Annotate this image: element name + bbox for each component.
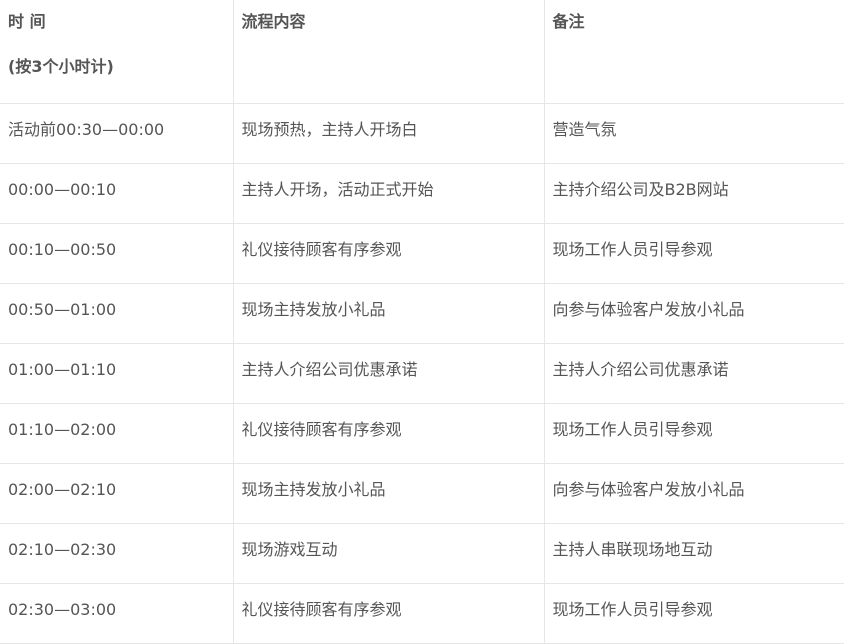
cell-content: 礼仪接待顾客有序参观 [233,223,545,284]
cell-content: 现场主持发放小礼品 [233,463,545,524]
header-time: 时 间 (按3个小时计) [0,0,234,104]
cell-remark: 主持人介绍公司优惠承诺 [544,343,844,404]
cell-remark: 向参与体验客户发放小礼品 [544,463,844,524]
cell-remark: 主持人串联现场地互动 [544,523,844,584]
table-row: 02:00—02:10 现场主持发放小礼品 向参与体验客户发放小礼品 [0,463,844,524]
table-row: 00:10—00:50 礼仪接待顾客有序参观 现场工作人员引导参观 [0,223,844,284]
cell-content: 现场主持发放小礼品 [233,283,545,344]
cell-remark: 向参与体验客户发放小礼品 [544,283,844,344]
table-row: 01:00—01:10 主持人介绍公司优惠承诺 主持人介绍公司优惠承诺 [0,343,844,404]
cell-content: 主持人开场，活动正式开始 [233,163,545,224]
table-header: 时 间 (按3个小时计) 流程内容 备注 [0,0,844,104]
table-row: 02:30—03:00 礼仪接待顾客有序参观 现场工作人员引导参观 [0,583,844,644]
table-row: 00:50—01:00 现场主持发放小礼品 向参与体验客户发放小礼品 [0,283,844,344]
header-time-note: (按3个小时计) [8,57,114,76]
cell-remark: 营造气氛 [544,103,844,164]
header-content-label: 流程内容 [241,12,306,31]
header-time-label: 时 间 [8,12,46,31]
cell-content: 现场预热，主持人开场白 [233,103,545,164]
cell-content: 礼仪接待顾客有序参观 [233,583,545,644]
cell-time: 02:00—02:10 [0,463,234,524]
schedule-table: 时 间 (按3个小时计) 流程内容 备注 活动前00:30—00:00 现场预热… [0,0,844,644]
cell-time: 00:50—01:00 [0,283,234,344]
table-row: 02:10—02:30 现场游戏互动 主持人串联现场地互动 [0,523,844,584]
cell-remark: 现场工作人员引导参观 [544,223,844,284]
cell-time: 00:00—00:10 [0,163,234,224]
cell-content: 现场游戏互动 [233,523,545,584]
table-row: 01:10—02:00 礼仪接待顾客有序参观 现场工作人员引导参观 [0,403,844,464]
cell-time: 01:00—01:10 [0,343,234,404]
cell-time: 02:30—03:00 [0,583,234,644]
cell-content: 礼仪接待顾客有序参观 [233,403,545,464]
table-row: 活动前00:30—00:00 现场预热，主持人开场白 营造气氛 [0,103,844,164]
cell-time: 00:10—00:50 [0,223,234,284]
cell-time: 01:10—02:00 [0,403,234,464]
header-remark: 备注 [544,0,844,104]
cell-content: 主持人介绍公司优惠承诺 [233,343,545,404]
cell-time: 活动前00:30—00:00 [0,103,234,164]
header-content: 流程内容 [233,0,545,104]
header-remark-label: 备注 [552,12,585,31]
cell-remark: 主持介绍公司及B2B网站 [544,163,844,224]
table-body: 活动前00:30—00:00 现场预热，主持人开场白 营造气氛 00:00—00… [0,103,844,644]
cell-time: 02:10—02:30 [0,523,234,584]
header-row: 时 间 (按3个小时计) 流程内容 备注 [0,0,844,104]
cell-remark: 现场工作人员引导参观 [544,403,844,464]
table-row: 00:00—00:10 主持人开场，活动正式开始 主持介绍公司及B2B网站 [0,163,844,224]
cell-remark: 现场工作人员引导参观 [544,583,844,644]
